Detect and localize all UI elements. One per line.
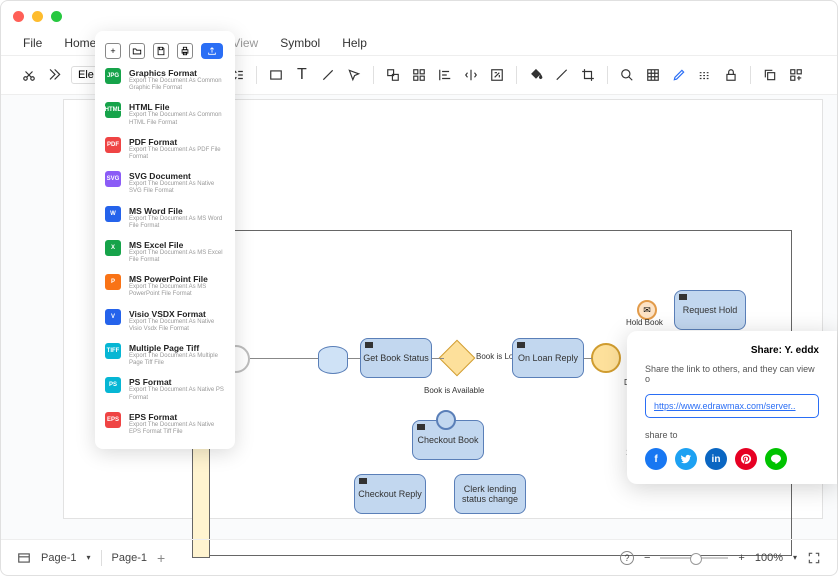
help-icon[interactable]: ? — [620, 551, 634, 565]
file-type-icon: JPG — [105, 68, 121, 84]
dup-icon[interactable] — [760, 65, 780, 85]
file-type-icon: W — [105, 206, 121, 222]
page-tab[interactable]: Page-1 — [112, 552, 147, 564]
label-hold-book: Hold Book — [626, 318, 663, 327]
add-page-button[interactable]: + — [157, 550, 165, 566]
fullscreen-icon[interactable] — [807, 551, 821, 565]
file-type-icon: HTML — [105, 102, 121, 118]
share-to-label: share to — [645, 430, 819, 440]
export-item-10[interactable]: EPSEPS FormatExport The Document As Nati… — [95, 407, 235, 441]
statusbar: Page-1 ▾ Page-1 + ? − + 100% ▾ — [1, 539, 837, 575]
crop-icon[interactable] — [578, 65, 598, 85]
file-type-icon: TIFF — [105, 343, 121, 359]
social-row: f in — [645, 448, 819, 470]
label-available: Book is Available — [424, 386, 484, 395]
line-icon[interactable] — [318, 65, 338, 85]
menu-file[interactable]: File — [23, 36, 42, 50]
datastore[interactable] — [318, 346, 348, 374]
text-icon[interactable]: T — [292, 65, 312, 85]
more-icon[interactable] — [786, 65, 806, 85]
share-title: Share: Y. eddx — [645, 345, 819, 356]
chevron-down-icon[interactable]: ▾ — [86, 553, 90, 562]
align-icon[interactable] — [435, 65, 455, 85]
file-type-icon: PS — [105, 377, 121, 393]
copy-icon[interactable] — [45, 65, 65, 85]
layer-icon[interactable] — [409, 65, 429, 85]
pen-icon[interactable] — [669, 65, 689, 85]
edge — [348, 358, 360, 359]
zoom-icon[interactable] — [617, 65, 637, 85]
task-on-loan-reply[interactable]: On Loan Reply — [512, 338, 584, 378]
export-item-1[interactable]: HTMLHTML FileExport The Document As Comm… — [95, 97, 235, 131]
file-type-icon: EPS — [105, 412, 121, 428]
export-item-8[interactable]: TIFFMultiple Page TiffExport The Documen… — [95, 338, 235, 372]
grid-icon[interactable] — [643, 65, 663, 85]
cut-icon[interactable] — [19, 65, 39, 85]
export-item-9[interactable]: PSPS FormatExport The Document As Native… — [95, 372, 235, 406]
task-checkout-reply[interactable]: Checkout Reply — [354, 474, 426, 514]
fill-icon[interactable] — [526, 65, 546, 85]
chevron-down-icon[interactable]: ▾ — [793, 553, 797, 562]
zoom-value: 100% — [755, 552, 783, 564]
file-type-icon: X — [105, 240, 121, 256]
task-get-book-status[interactable]: Get Book Status — [360, 338, 432, 378]
new-icon[interactable]: + — [105, 43, 121, 59]
lock-icon[interactable] — [721, 65, 741, 85]
export-share-button[interactable] — [201, 43, 223, 59]
titlebar — [1, 1, 837, 31]
share-line[interactable] — [765, 448, 787, 470]
gateway-hold[interactable] — [591, 343, 621, 373]
edge — [250, 358, 318, 359]
zoom-in-button[interactable]: + — [738, 552, 744, 564]
file-type-icon: V — [105, 309, 121, 325]
export-item-6[interactable]: PMS PowerPoint FileExport The Document A… — [95, 269, 235, 303]
edge — [584, 358, 592, 359]
page-selector[interactable]: Page-1 — [41, 552, 76, 564]
print-icon[interactable] — [177, 43, 193, 59]
rect-icon[interactable] — [266, 65, 286, 85]
traffic-close[interactable] — [13, 11, 24, 22]
export-item-4[interactable]: WMS Word FileExport The Document As MS W… — [95, 201, 235, 235]
group-icon[interactable] — [383, 65, 403, 85]
task-clerk[interactable]: Clerk lending status change — [454, 474, 526, 514]
share-panel: Share: Y. eddx Share the link to others,… — [627, 331, 837, 484]
open-icon[interactable] — [129, 43, 145, 59]
menu-view[interactable]: View — [232, 36, 258, 50]
export-head: + — [95, 39, 235, 63]
export-item-0[interactable]: JPGGraphics FormatExport The Document As… — [95, 63, 235, 97]
share-desc: Share the link to others, and they can v… — [645, 364, 819, 384]
edge — [432, 358, 444, 359]
export-item-7[interactable]: VVisio VSDX FormatExport The Document As… — [95, 304, 235, 338]
size-icon[interactable] — [487, 65, 507, 85]
export-menu: + JPGGraphics FormatExport The Document … — [95, 31, 235, 449]
pointer-icon[interactable] — [344, 65, 364, 85]
msg-hold[interactable]: ✉ — [637, 300, 657, 320]
gateway-checkout[interactable] — [436, 410, 456, 430]
export-item-2[interactable]: PDFPDF FormatExport The Document As PDF … — [95, 132, 235, 166]
share-linkedin[interactable]: in — [705, 448, 727, 470]
export-item-3[interactable]: SVGSVG DocumentExport The Document As Na… — [95, 166, 235, 200]
share-pinterest[interactable] — [735, 448, 757, 470]
stroke-icon[interactable] — [552, 65, 572, 85]
menu-home[interactable]: Home — [64, 36, 96, 50]
file-type-icon: SVG — [105, 171, 121, 187]
task-request-hold[interactable]: Request Hold — [674, 290, 746, 330]
dash-icon[interactable] — [695, 65, 715, 85]
menu-help[interactable]: Help — [342, 36, 367, 50]
share-twitter[interactable] — [675, 448, 697, 470]
zoom-slider[interactable] — [660, 557, 728, 559]
file-type-icon: P — [105, 274, 121, 290]
save-icon[interactable] — [153, 43, 169, 59]
export-item-5[interactable]: XMS Excel FileExport The Document As MS … — [95, 235, 235, 269]
flip-icon[interactable] — [461, 65, 481, 85]
traffic-max[interactable] — [51, 11, 62, 22]
pages-icon[interactable] — [17, 551, 31, 565]
zoom-out-button[interactable]: − — [644, 552, 650, 564]
share-facebook[interactable]: f — [645, 448, 667, 470]
menu-symbol[interactable]: Symbol — [280, 36, 320, 50]
traffic-min[interactable] — [32, 11, 43, 22]
file-type-icon: PDF — [105, 137, 121, 153]
share-link-input[interactable]: https://www.edrawmax.com/server.. — [645, 394, 819, 418]
